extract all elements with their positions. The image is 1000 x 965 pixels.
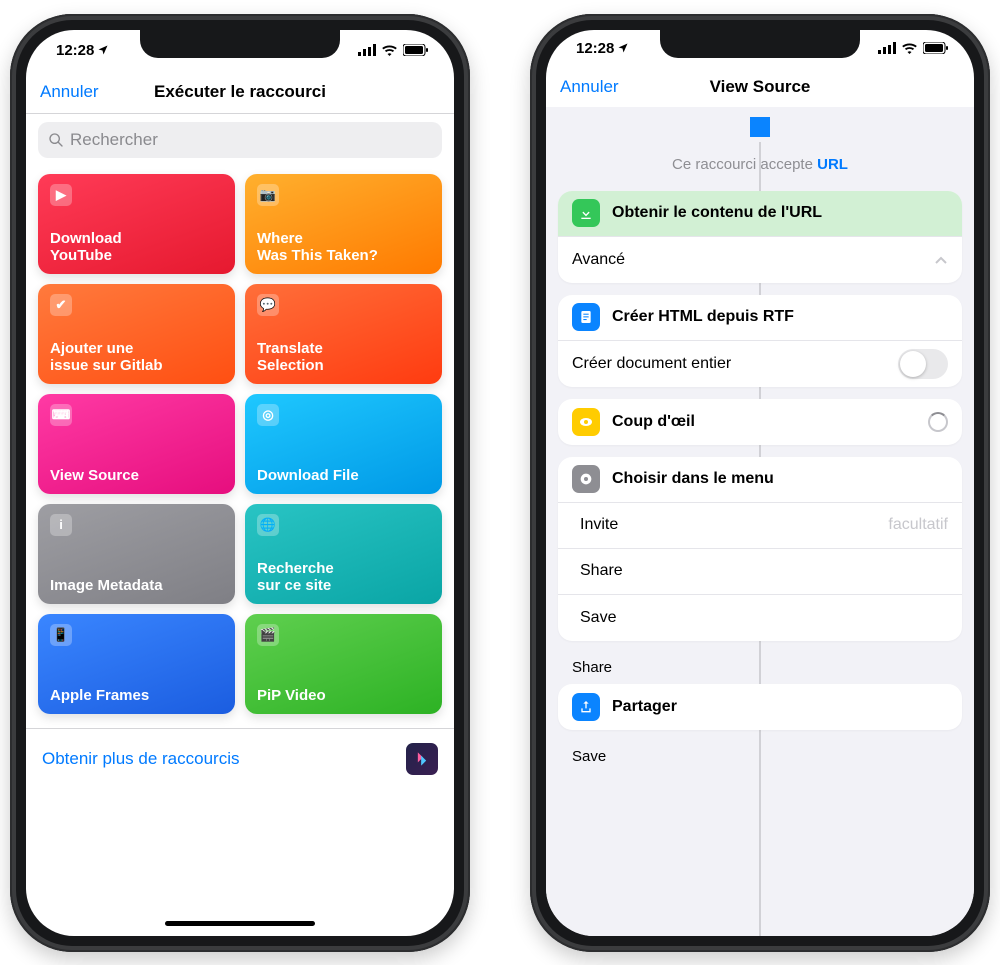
shortcuts-app-icon: [406, 743, 438, 775]
navbar-title: View Source: [710, 77, 811, 97]
search-placeholder: Rechercher: [70, 130, 158, 150]
screen-left: 12:28 Annuler Exécuter le raccourci: [26, 30, 454, 936]
create-doc-toggle[interactable]: [898, 349, 948, 379]
shortcut-icon-placeholder[interactable]: [546, 107, 974, 142]
tile-icon: ◎: [257, 404, 279, 426]
shortcut-tile[interactable]: 💬 Translate Selection: [245, 284, 442, 384]
phone-left: 12:28 Annuler Exécuter le raccourci: [10, 14, 470, 952]
notch: [140, 30, 340, 58]
cancel-button[interactable]: Annuler: [560, 77, 619, 97]
advanced-row[interactable]: Avancé: [558, 237, 962, 283]
status-time: 12:28: [576, 40, 614, 57]
navbar-left: Annuler Exécuter le raccourci: [26, 70, 454, 114]
shortcut-tile[interactable]: ⌨ View Source: [38, 394, 235, 494]
phone-right: 12:28 Annuler View Source: [530, 14, 990, 952]
tile-label: Ajouter une issue sur Gitlab: [50, 340, 223, 375]
share-icon: [572, 693, 600, 721]
shortcut-tile[interactable]: 🎬 PiP Video: [245, 614, 442, 714]
wifi-icon: [381, 44, 398, 56]
tile-icon: ▶: [50, 184, 72, 206]
navbar-title: Exécuter le raccourci: [154, 82, 326, 102]
tile-label: Download File: [257, 467, 430, 484]
shortcut-tile[interactable]: ◎ Download File: [245, 394, 442, 494]
tile-icon: i: [50, 514, 72, 536]
document-icon: [572, 303, 600, 331]
shortcut-tile[interactable]: 📱 Apple Frames: [38, 614, 235, 714]
tile-icon: 🌐: [257, 514, 279, 536]
wifi-icon: [901, 42, 918, 54]
action-choose-menu[interactable]: Choisir dans le menu Invite facultatif S…: [558, 457, 962, 641]
battery-icon: [403, 44, 428, 56]
accepts-type[interactable]: URL: [817, 156, 848, 173]
action-title: Créer HTML depuis RTF: [612, 308, 794, 326]
create-doc-row: Créer document entier: [558, 341, 962, 387]
tile-label: Download YouTube: [50, 230, 223, 265]
tile-label: Image Metadata: [50, 577, 223, 594]
prompt-row[interactable]: Invite facultatif: [558, 503, 962, 549]
signal-icon: [358, 44, 376, 56]
tile-label: Translate Selection: [257, 340, 430, 375]
gear-icon: [572, 465, 600, 493]
action-quicklook[interactable]: Coup d'œil: [558, 399, 962, 445]
tile-label: PiP Video: [257, 687, 430, 704]
tile-icon: 🎬: [257, 624, 279, 646]
prompt-placeholder: facultatif: [888, 516, 948, 534]
tile-icon: 📷: [257, 184, 279, 206]
footer-row[interactable]: Obtenir plus de raccourcis: [26, 728, 454, 789]
home-indicator[interactable]: [26, 910, 454, 936]
action-title: Coup d'œil: [612, 413, 695, 431]
tile-icon: 📱: [50, 624, 72, 646]
cancel-button[interactable]: Annuler: [40, 82, 99, 102]
action-create-html[interactable]: Créer HTML depuis RTF Créer document ent…: [558, 295, 962, 387]
battery-icon: [923, 42, 948, 54]
more-shortcuts-link[interactable]: Obtenir plus de raccourcis: [42, 749, 239, 769]
eye-icon: [572, 408, 600, 436]
action-share[interactable]: Partager: [558, 684, 962, 730]
shortcut-tile[interactable]: i Image Metadata: [38, 504, 235, 604]
notch: [660, 30, 860, 58]
shortcut-tile[interactable]: ▶ Download YouTube: [38, 174, 235, 274]
navbar-right: Annuler View Source: [546, 67, 974, 107]
tile-label: Apple Frames: [50, 687, 223, 704]
tile-icon: ⌨: [50, 404, 72, 426]
signal-icon: [878, 42, 896, 54]
tile-label: Recherche sur ce site: [257, 560, 430, 595]
status-time: 12:28: [56, 42, 94, 59]
action-title: Obtenir le contenu de l'URL: [612, 204, 822, 222]
search-icon: [48, 132, 64, 148]
shortcut-tile[interactable]: ✔ Ajouter une issue sur Gitlab: [38, 284, 235, 384]
shortcuts-grid: ▶ Download YouTube 📷 Where Was This Taken? ✔…: [26, 170, 454, 718]
screen-right: 12:28 Annuler View Source: [546, 30, 974, 936]
action-title: Choisir dans le menu: [612, 470, 774, 488]
menu-option[interactable]: Share: [558, 549, 962, 595]
tile-label: View Source: [50, 467, 223, 484]
tile-icon: ✔: [50, 294, 72, 316]
location-icon: [97, 44, 109, 56]
editor-body: Ce raccourci accepte URL Obtenir le cont…: [546, 107, 974, 936]
action-title: Partager: [612, 698, 677, 716]
tile-icon: 💬: [257, 294, 279, 316]
shortcut-tile[interactable]: 🌐 Recherche sur ce site: [245, 504, 442, 604]
tile-label: Where Was This Taken?: [257, 230, 430, 265]
shortcut-tile[interactable]: 📷 Where Was This Taken?: [245, 174, 442, 274]
chevron-up-icon: [934, 255, 948, 265]
location-icon: [617, 42, 629, 54]
action-get-url[interactable]: Obtenir le contenu de l'URL Avancé: [558, 191, 962, 283]
menu-option[interactable]: Save: [558, 595, 962, 641]
loading-spinner-icon: [928, 412, 948, 432]
download-icon: [572, 199, 600, 227]
search-input[interactable]: Rechercher: [38, 122, 442, 158]
